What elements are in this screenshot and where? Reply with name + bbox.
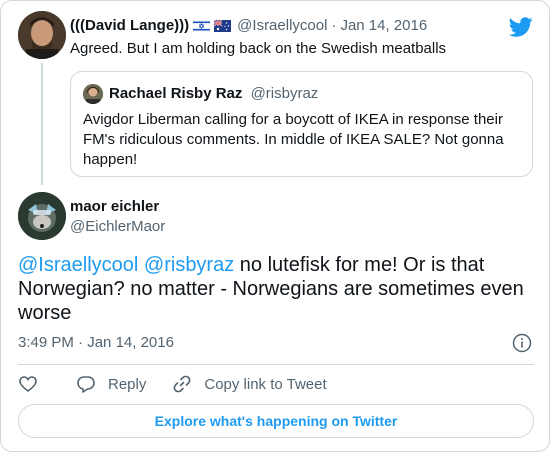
heart-icon <box>19 376 37 393</box>
copy-link-button[interactable]: Copy link to Tweet <box>172 374 327 394</box>
parent-author-name[interactable]: (((David Lange))) <box>70 16 189 36</box>
parent-author-avatar[interactable] <box>18 11 66 59</box>
like-button[interactable] <box>18 374 50 394</box>
mention-link[interactable]: @Israellycool <box>18 254 138 276</box>
tweet-time: 3:49 PM <box>18 334 74 351</box>
parent-author-handle[interactable]: @Israellycool <box>237 16 327 36</box>
quoted-author-avatar <box>83 84 103 104</box>
main-tweet-text: @Israellycool @risbyraz no lutefisk for … <box>18 253 528 325</box>
tweet-actions: Reply Copy link to Tweet <box>18 373 353 395</box>
quoted-tweet[interactable]: Rachael Risby Raz @risbyraz Avigdor Libe… <box>70 71 533 177</box>
explore-twitter-button[interactable]: Explore what's happening on Twitter <box>18 404 534 438</box>
quoted-tweet-text: Avigdor Liberman calling for a boycott o… <box>83 111 504 168</box>
reply-label: Reply <box>108 375 147 393</box>
quoted-tweet-header: Rachael Risby Raz @risbyraz <box>109 84 318 104</box>
link-icon <box>173 375 191 393</box>
tweet-timestamp[interactable]: 3:49 PM · Jan 14, 2016 <box>18 333 174 353</box>
tweet-date: Jan 14, 2016 <box>87 334 174 351</box>
mention-link[interactable]: @risbyraz <box>144 254 234 276</box>
quoted-author-handle: @risbyraz <box>250 85 319 102</box>
info-icon[interactable] <box>512 333 532 353</box>
reply-button[interactable]: Reply <box>76 374 146 394</box>
israel-flag-icon <box>193 20 211 32</box>
parent-tweet-date[interactable]: Jan 14, 2016 <box>340 16 427 36</box>
australia-flag-icon <box>214 20 232 32</box>
parent-tweet-header: (((David Lange))) @Israellycool · Jan 14… <box>70 16 427 36</box>
header-separator: · <box>331 17 337 34</box>
reply-icon <box>77 376 95 393</box>
thread-connector-line <box>41 63 43 185</box>
main-author-handle[interactable]: @EichlerMaor <box>70 217 165 237</box>
copy-link-label: Copy link to Tweet <box>204 375 327 393</box>
embedded-tweet-card: (((David Lange))) @Israellycool · Jan 14… <box>0 0 550 452</box>
twitter-bird-icon[interactable] <box>509 15 533 39</box>
main-author-name[interactable]: maor eichler <box>70 197 159 217</box>
actions-divider <box>18 364 534 365</box>
quoted-author-name: Rachael Risby Raz <box>109 85 243 102</box>
parent-tweet-text: Agreed. But I am holding back on the Swe… <box>70 40 447 57</box>
timestamp-separator: · <box>78 334 84 351</box>
main-author-avatar[interactable] <box>18 192 66 240</box>
